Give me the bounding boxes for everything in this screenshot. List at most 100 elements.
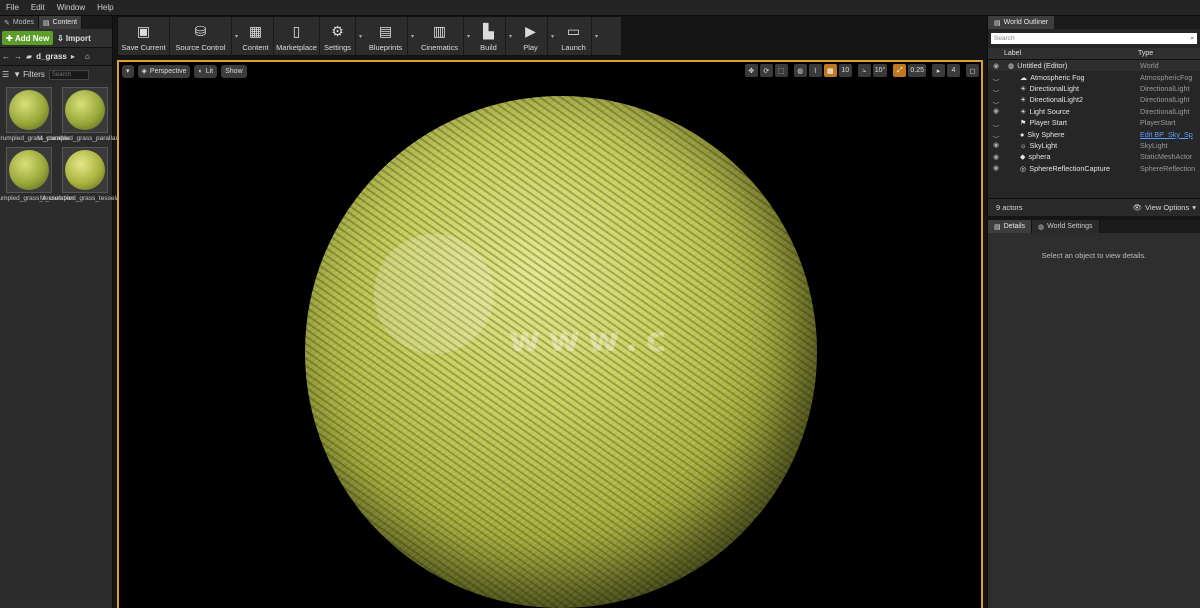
tab-details[interactable]: ▤ Details (988, 220, 1033, 233)
eye-hidden-icon[interactable]: ‿ (988, 84, 1004, 92)
translate-icon[interactable]: ✥ (744, 64, 758, 77)
eye-icon[interactable]: ◉ (988, 62, 1004, 70)
sources-icon[interactable]: ☰ (2, 70, 9, 79)
perspective-button[interactable]: ◈ Perspective (137, 64, 191, 78)
eye-icon[interactable]: ◉ (988, 164, 1004, 172)
tab-content[interactable]: ▤ Content (38, 16, 83, 29)
marketplace-button[interactable]: ▯ Marketplace (274, 17, 320, 55)
asset-tile[interactable]: M_crumpled_grass_tesselation (40, 147, 130, 203)
lock-icon[interactable]: ⌂ (85, 52, 90, 61)
path-chevron-icon[interactable]: ▸ (71, 52, 75, 61)
outliner-icon: ▤ (994, 19, 1001, 27)
chevron-down-icon[interactable]: ▾ (359, 33, 362, 40)
maximize-icon[interactable]: ◻ (966, 64, 979, 77)
world-space-icon[interactable]: ◍ (793, 64, 807, 77)
play-button[interactable]: ▶ Play ▾ (514, 17, 554, 55)
outliner-row[interactable]: ◉ ☼ SkyLight SkyLight (988, 140, 1200, 151)
fog-icon: ☁ (1020, 72, 1028, 82)
reflection-icon: ◎ (1020, 163, 1027, 173)
eye-hidden-icon[interactable]: ‿ (988, 73, 1004, 81)
menu-window[interactable]: Window (51, 3, 91, 12)
asset-thumbnail (6, 87, 52, 133)
chevron-down-icon: ▾ (126, 68, 130, 75)
label-column-header[interactable]: Label (988, 50, 1138, 57)
outliner-label-cell: ☁ Atmospheric Fog (1004, 73, 1140, 82)
edit-blueprint-link[interactable]: Edit BP_Sky_Sp (1140, 130, 1200, 139)
rotation-snap-value[interactable]: 10° (872, 64, 888, 77)
filters-button[interactable]: ▼ Filters (13, 70, 45, 79)
menu-help[interactable]: Help (91, 3, 119, 12)
path-breadcrumb[interactable]: d_grass (36, 52, 67, 61)
type-column-header[interactable]: Type (1138, 50, 1153, 57)
view-options-label: View Options (1145, 203, 1190, 212)
world-icon: ◍ (1008, 61, 1015, 71)
outliner-tab-label: World Outliner (1003, 19, 1049, 26)
show-button[interactable]: Show (221, 64, 247, 78)
forward-arrow-icon[interactable]: → (14, 52, 22, 61)
blueprints-button[interactable]: ▤ Blueprints ▾ (364, 17, 414, 55)
outliner-search-input[interactable]: Search ⌕ (991, 33, 1197, 44)
back-arrow-icon[interactable]: ← (2, 52, 10, 61)
import-button[interactable]: ⇩ Import (57, 34, 91, 43)
scale-snap-value[interactable]: 0.25 (908, 64, 926, 77)
outliner-row[interactable]: ‿ ⚑ Player Start PlayerStart (988, 117, 1200, 128)
outliner-row[interactable]: ◉ ◆ sphera StaticMeshActor (988, 151, 1200, 162)
viewport-options-button[interactable]: ▾ (122, 64, 134, 78)
tab-modes[interactable]: ✎ Modes (0, 16, 39, 29)
tab-world-outliner[interactable]: ▤ World Outliner (988, 16, 1055, 29)
eye-icon[interactable]: ◉ (988, 141, 1004, 149)
outliner-row[interactable]: ‿ ● Sky Sphere Edit BP_Sky_Sp (988, 128, 1200, 139)
outliner-row[interactable]: ◉ ☀ Light Source DirectionalLight (988, 106, 1200, 117)
menu-edit[interactable]: Edit (25, 3, 51, 12)
folder-icon: ▰ (26, 52, 33, 61)
tab-content-label: Content (52, 19, 78, 26)
chevron-down-icon[interactable]: ▾ (551, 33, 554, 40)
outliner-row[interactable]: ‿ ☁ Atmospheric Fog AtmosphericFog (988, 71, 1200, 82)
camera-speed-value[interactable]: 4 (947, 64, 960, 77)
outliner-row[interactable]: ‿ ☀ DirectionalLight2 DirectionalLight (988, 94, 1200, 105)
sphere-icon: ● (1020, 129, 1025, 139)
add-new-button[interactable]: ✚ Add New (2, 31, 54, 45)
tab-world-settings[interactable]: ◍ World Settings (1032, 220, 1100, 233)
eye-icon[interactable]: ◉ (988, 107, 1004, 115)
asset-tile[interactable]: M_crumpled_grass_parallax_Inst (37, 87, 133, 143)
view-options-button[interactable]: 👁 View Options ▾ (1133, 203, 1196, 212)
surface-snap-icon[interactable]: ⌇ (808, 64, 822, 77)
build-button[interactable]: ▙ Build ▾ (472, 17, 512, 55)
grid-snap-value[interactable]: 10 (838, 64, 852, 77)
level-viewport[interactable]: ▾ ◈ Perspective ◐ Lit Show ✥ ⟳ ⬚ ◍ ⌇ ▦ 10 … (117, 60, 983, 608)
scale-snap-icon[interactable]: ⤢ (893, 64, 907, 77)
outliner-row[interactable]: ◉ ◎ SphereReflectionCapture SphereReflectio… (988, 163, 1200, 174)
outliner-row[interactable]: ◉ ◍ Untitled (Editor) World (988, 60, 1200, 72)
content-button[interactable]: ▦ Content (238, 17, 274, 55)
outliner-row[interactable]: ‿ ☀ DirectionalLight DirectionalLight (988, 83, 1200, 94)
outliner-label-cell: ☀ DirectionalLight (1004, 84, 1140, 93)
asset-thumbnail (62, 87, 108, 133)
actor-type: StaticMeshActor (1140, 152, 1193, 162)
chevron-down-icon[interactable]: ▾ (595, 33, 598, 40)
chevron-down-icon[interactable]: ▾ (509, 33, 512, 40)
eye-hidden-icon[interactable]: ‿ (988, 96, 1004, 104)
save-current-button[interactable]: ▣ Save Current (118, 17, 170, 55)
eye-hidden-icon[interactable]: ‿ (988, 130, 1004, 138)
content-label: Content (242, 43, 269, 52)
chevron-down-icon[interactable]: ▾ (411, 33, 414, 40)
actor-label: Light Source (1029, 106, 1070, 116)
settings-button[interactable]: ⚙ Settings ▾ (320, 17, 362, 55)
eye-hidden-icon[interactable]: ‿ (988, 119, 1004, 127)
asset-search-input[interactable]: Search (48, 69, 89, 80)
actor-type: DirectionalLight (1140, 106, 1190, 116)
source-control-button[interactable]: ⛁ Source Control ▾ (170, 17, 238, 55)
camera-speed-icon[interactable]: ▸ (932, 64, 945, 77)
chevron-down-icon[interactable]: ▾ (467, 33, 470, 40)
filters-label: Filters (23, 70, 45, 79)
eye-icon[interactable]: ◉ (988, 153, 1004, 161)
launch-button[interactable]: ▭ Launch ▾ (556, 17, 598, 55)
scale-icon[interactable]: ⬚ (774, 64, 788, 77)
grid-snap-icon[interactable]: ▦ (823, 64, 837, 77)
rotate-icon[interactable]: ⟳ (759, 64, 773, 77)
lit-button[interactable]: ◐ Lit (194, 64, 218, 78)
cinematics-button[interactable]: ▥ Cinematics ▾ (416, 17, 470, 55)
rotation-snap-icon[interactable]: ⦣ (857, 64, 871, 77)
menu-file[interactable]: File (0, 3, 25, 12)
